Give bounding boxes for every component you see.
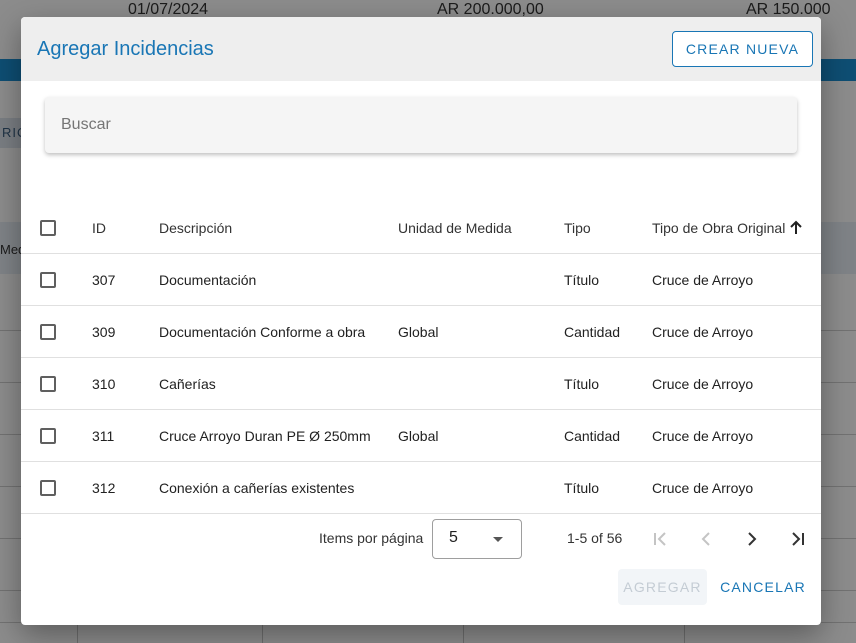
row-checkbox[interactable] [40, 376, 56, 392]
cell-unit: Global [398, 324, 439, 340]
items-per-page-label: Items por página [319, 530, 424, 546]
cell-id: 309 [92, 324, 116, 340]
row-checkbox[interactable] [40, 480, 56, 496]
cell-type: Título [564, 480, 600, 496]
cell-id: 310 [92, 376, 116, 392]
cell-unit: Global [398, 428, 439, 444]
dialog-title: Agregar Incidencias [37, 38, 214, 60]
header-type[interactable]: Tipo [564, 202, 591, 254]
arrow-up-icon[interactable] [788, 220, 804, 236]
cell-description: Cañerías [159, 376, 216, 392]
row-checkbox[interactable] [40, 324, 56, 340]
cell-id: 307 [92, 272, 116, 288]
paginator: Items por página 5 1-5 of 56 [21, 515, 821, 563]
cell-id: 312 [92, 480, 116, 496]
dialog-header: Agregar Incidencias CREAR NUEVA [21, 17, 821, 81]
table-row[interactable]: 307 Documentación Título Cruce de Arroyo [21, 254, 821, 306]
cell-original-work-type: Cruce de Arroyo [652, 324, 754, 340]
table-row[interactable]: 310 Cañerías Título Cruce de Arroyo [21, 358, 821, 410]
row-checkbox[interactable] [40, 272, 56, 288]
header-id[interactable]: ID [92, 202, 106, 254]
header-unit[interactable]: Unidad de Medida [398, 202, 512, 254]
cell-description: Documentación [159, 272, 257, 288]
create-new-button[interactable]: CREAR NUEVA [672, 31, 813, 67]
header-original-work-type-label: Tipo de Obra Original [652, 220, 786, 236]
cell-type: Título [564, 272, 600, 288]
cell-original-work-type: Cruce de Arroyo [652, 272, 754, 288]
add-incidents-dialog: Agregar Incidencias CREAR NUEVA ID Descr… [21, 17, 821, 625]
row-checkbox[interactable] [40, 428, 56, 444]
cell-type: Título [564, 376, 600, 392]
first-page-icon[interactable] [648, 527, 672, 551]
cell-original-work-type: Cruce de Arroyo [652, 376, 754, 392]
cell-id: 311 [92, 428, 115, 444]
cell-description: Documentación Conforme a obra [159, 324, 366, 340]
select-all-checkbox[interactable] [40, 220, 56, 236]
search-input[interactable] [61, 97, 781, 153]
page-range-label: 1-5 of 56 [567, 530, 623, 546]
dropdown-arrow-icon [493, 537, 503, 542]
header-description[interactable]: Descripción [159, 202, 232, 254]
add-button[interactable]: AGREGAR [618, 569, 707, 605]
search-card [45, 97, 797, 153]
next-page-icon[interactable] [740, 527, 764, 551]
previous-page-icon[interactable] [694, 527, 718, 551]
table-row[interactable]: 312 Conexión a cañerías existentes Títul… [21, 462, 821, 514]
incidents-table: ID Descripción Unidad de Medida Tipo Tip… [21, 202, 821, 514]
cell-original-work-type: Cruce de Arroyo [652, 480, 754, 496]
cell-type: Cantidad [564, 428, 621, 444]
cell-description: Cruce Arroyo Duran PE Ø 250mm [159, 428, 371, 444]
cell-type: Cantidad [564, 324, 621, 340]
table-row[interactable]: 309 Documentación Conforme a obra Global… [21, 306, 821, 358]
page-size-select[interactable]: 5 [432, 519, 522, 559]
page-size-value: 5 [449, 529, 458, 546]
cell-original-work-type: Cruce de Arroyo [652, 428, 754, 444]
cell-description: Conexión a cañerías existentes [159, 480, 355, 496]
header-original-work-type[interactable]: Tipo de Obra Original [652, 202, 804, 254]
cancel-button[interactable]: CANCELAR [715, 569, 811, 605]
table-row[interactable]: 311 Cruce Arroyo Duran PE Ø 250mm Global… [21, 410, 821, 462]
table-header-row: ID Descripción Unidad de Medida Tipo Tip… [21, 202, 821, 254]
last-page-icon[interactable] [786, 527, 810, 551]
